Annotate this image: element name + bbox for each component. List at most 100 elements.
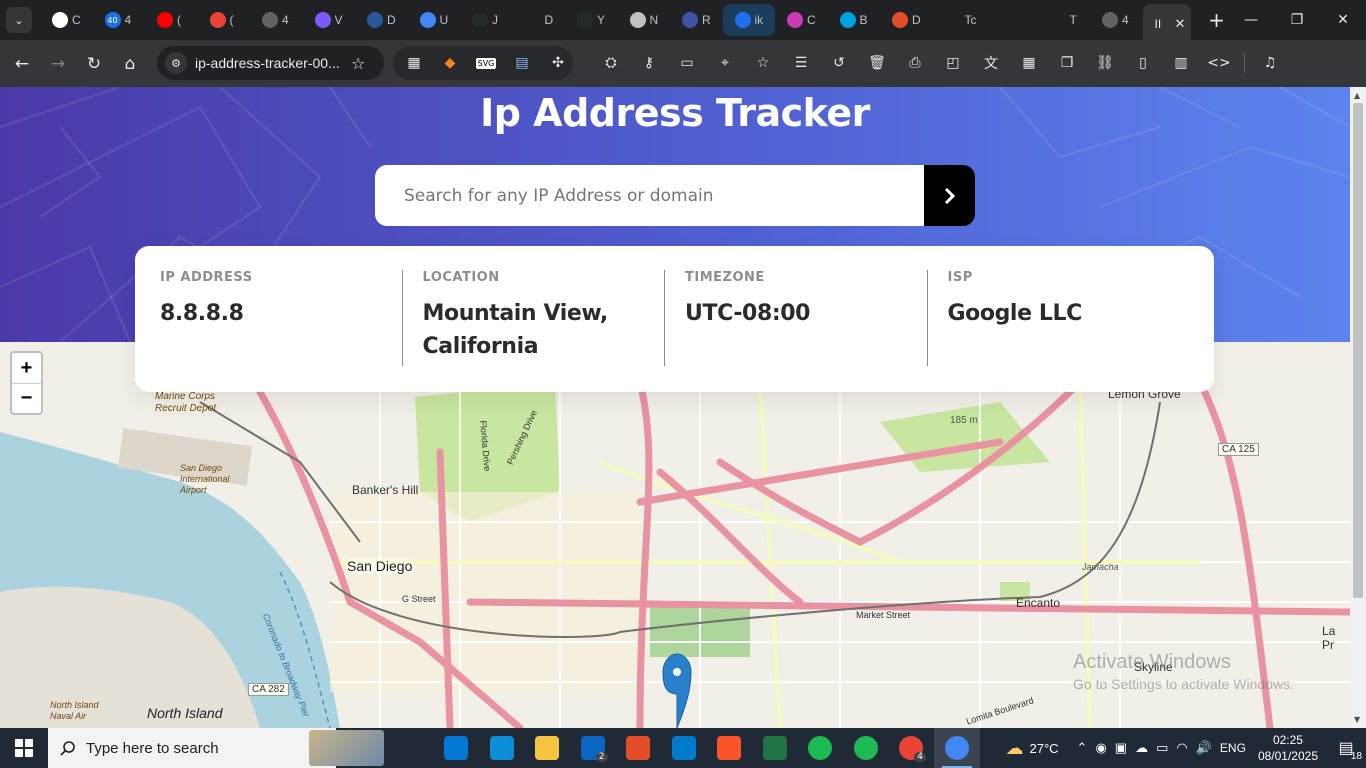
browser-tab[interactable]: 4 (1090, 4, 1143, 36)
scroll-thumb[interactable] (1353, 103, 1363, 598)
browser-tab[interactable]: ik (722, 4, 775, 36)
scroll-up-arrow-icon[interactable]: ▲ (1354, 91, 1360, 100)
devices-icon[interactable]: ▯ (1124, 50, 1162, 76)
volume-icon[interactable]: 🔊 (1192, 740, 1216, 756)
qr-icon[interactable]: ▦ (1010, 50, 1048, 76)
zoom-in-button[interactable]: + (12, 353, 41, 383)
browser-tab[interactable]: C (40, 4, 93, 36)
link-icon[interactable]: ⛓ (1086, 50, 1124, 76)
taskbar-search-placeholder: Type here to search (86, 739, 219, 757)
browser-tab[interactable]: T (1038, 4, 1091, 36)
close-window-button[interactable]: ✕ (1320, 0, 1366, 40)
new-tab-button[interactable]: + (1205, 8, 1229, 32)
reading-list-icon[interactable]: ☰ (782, 50, 820, 76)
browser-tab[interactable]: V (303, 4, 356, 36)
home-button[interactable]: ⌂ (112, 46, 148, 82)
browser-tab[interactable]: 4 (250, 4, 303, 36)
history-icon[interactable]: ↺ (820, 50, 858, 76)
svg-extension-icon[interactable]: SVG (473, 50, 499, 76)
taskbar-app-file-explorer[interactable] (525, 728, 571, 768)
tab-search-button[interactable]: ⌄ (6, 7, 32, 33)
bookmark-star-icon[interactable]: ☆ (351, 54, 365, 73)
print-icon[interactable]: ⎙ (896, 50, 934, 76)
taskbar-app-git[interactable] (616, 728, 662, 768)
taskbar-app-task-view[interactable] (388, 728, 434, 768)
browser-tab[interactable]: U (408, 4, 461, 36)
browser-tab[interactable]: Y (565, 4, 618, 36)
browser-tab[interactable] (985, 4, 1038, 36)
zoom-out-button[interactable]: − (12, 383, 41, 413)
puzzle-icon[interactable]: ✣ (545, 50, 571, 76)
key-icon[interactable]: ⚷ (630, 50, 668, 76)
taskbar-app-spreadsheet[interactable] (752, 728, 798, 768)
language-indicator[interactable]: ENG (1216, 741, 1250, 755)
card-icon[interactable]: ▭ (668, 50, 706, 76)
clipboard-icon[interactable]: ▤ (509, 50, 535, 76)
maximize-button[interactable]: ❐ (1274, 0, 1320, 40)
table-icon[interactable]: ▥ (1162, 50, 1200, 76)
browser-tab[interactable]: D (513, 4, 566, 36)
start-button[interactable] (0, 728, 48, 768)
taskbar-app-edge[interactable] (479, 728, 525, 768)
browser-tab[interactable]: Tc (933, 4, 986, 36)
browser-tab[interactable]: N (618, 4, 671, 36)
taskbar-app-vscode[interactable] (661, 728, 707, 768)
search-submit-button[interactable] (924, 165, 975, 226)
browser-tab[interactable]: 40 4 (93, 4, 146, 36)
show-hidden-icons-icon[interactable]: ⌃ (1073, 740, 1092, 756)
taskbar-app-spotify[interactable] (843, 728, 889, 768)
trash-icon[interactable]: 🗑 (858, 50, 896, 76)
xd-icon (892, 12, 908, 28)
browser-tab-label: T (1069, 13, 1077, 27)
isp-panel: ISP Google LLC (923, 270, 1186, 392)
toolbar-tools: ⛭ ⚷ ▭ ⌖ ☆ ☰ ↺ 🗑 ⎙ ◰ 文 ▦ ❐ ⛓ ▯ ▥ <> ♫ (592, 46, 1289, 80)
back-button[interactable]: ← (4, 46, 40, 82)
incognito-icon[interactable]: ⛭ (592, 50, 630, 76)
close-tab-icon[interactable]: ✕ (1175, 17, 1186, 32)
taskbar-search-box[interactable]: Type here to search (48, 728, 384, 768)
browser-tab[interactable]: B (828, 4, 881, 36)
page-viewport: Lemon Grove CA 125 Marine Corps Recruit … (0, 87, 1350, 728)
browser-tab[interactable]: D (355, 4, 408, 36)
device-icon[interactable]: ▣ (1111, 740, 1131, 756)
taskbar-app-brave[interactable] (707, 728, 753, 768)
browser-tab[interactable]: ( (198, 4, 251, 36)
record-icon[interactable]: ◉ (1091, 740, 1110, 756)
qr-code-icon[interactable]: ▦ (401, 50, 427, 76)
browser-tab[interactable]: R (670, 4, 723, 36)
location-pin-icon[interactable]: ⌖ (706, 50, 744, 76)
taskbar-app-spotify[interactable] (798, 728, 844, 768)
map-label: San Diego International Airport (180, 463, 230, 495)
taskbar-app-linkedin[interactable]: 2 (570, 728, 616, 768)
tab-active[interactable]: II ✕ (1142, 4, 1191, 44)
browser-tab[interactable]: J (460, 4, 513, 36)
code-icon[interactable]: <> (1200, 50, 1238, 76)
browser-tab[interactable]: ( (145, 4, 198, 36)
page-scrollbar[interactable]: ▲ ▼ (1350, 87, 1366, 728)
scroll-down-arrow-icon[interactable]: ▼ (1354, 715, 1360, 724)
forward-button[interactable]: → (40, 46, 76, 82)
browser-tab[interactable]: D (880, 4, 933, 36)
address-url[interactable]: ip-address-tracker-00... (195, 55, 345, 71)
screenshot-icon[interactable]: ◰ (934, 50, 972, 76)
notification-center-button[interactable]: ▤ 18 (1326, 728, 1366, 768)
favorites-icon[interactable]: ☆ (744, 50, 782, 76)
taskbar-app-microsoft-store[interactable] (434, 728, 480, 768)
reader-icon[interactable]: ❐ (1048, 50, 1086, 76)
metamask-icon[interactable]: ◆ (437, 50, 463, 76)
site-info-icon[interactable]: ⚙ (165, 52, 187, 74)
taskbar-app-chrome[interactable]: 4 (889, 728, 935, 768)
browser-tab[interactable]: C (775, 4, 828, 36)
ip-search-input[interactable] (375, 165, 924, 226)
media-icon[interactable]: ♫ (1251, 50, 1289, 76)
taskbar-app-chrome[interactable] (934, 728, 980, 768)
address-bar[interactable]: ⚙ ip-address-tracker-00... ☆ (157, 46, 384, 80)
weather-widget[interactable]: ☁ 27°C (1002, 738, 1063, 759)
clock[interactable]: 02:25 08/01/2025 (1250, 732, 1326, 764)
minimize-button[interactable]: — (1228, 0, 1274, 40)
battery-icon[interactable]: ▭ (1152, 740, 1172, 756)
cloud-off-icon[interactable]: ☁ (1131, 740, 1152, 756)
reload-button[interactable]: ↻ (76, 46, 112, 82)
wifi-icon[interactable]: ◠ (1172, 740, 1191, 756)
translate-icon[interactable]: 文 (972, 50, 1010, 76)
